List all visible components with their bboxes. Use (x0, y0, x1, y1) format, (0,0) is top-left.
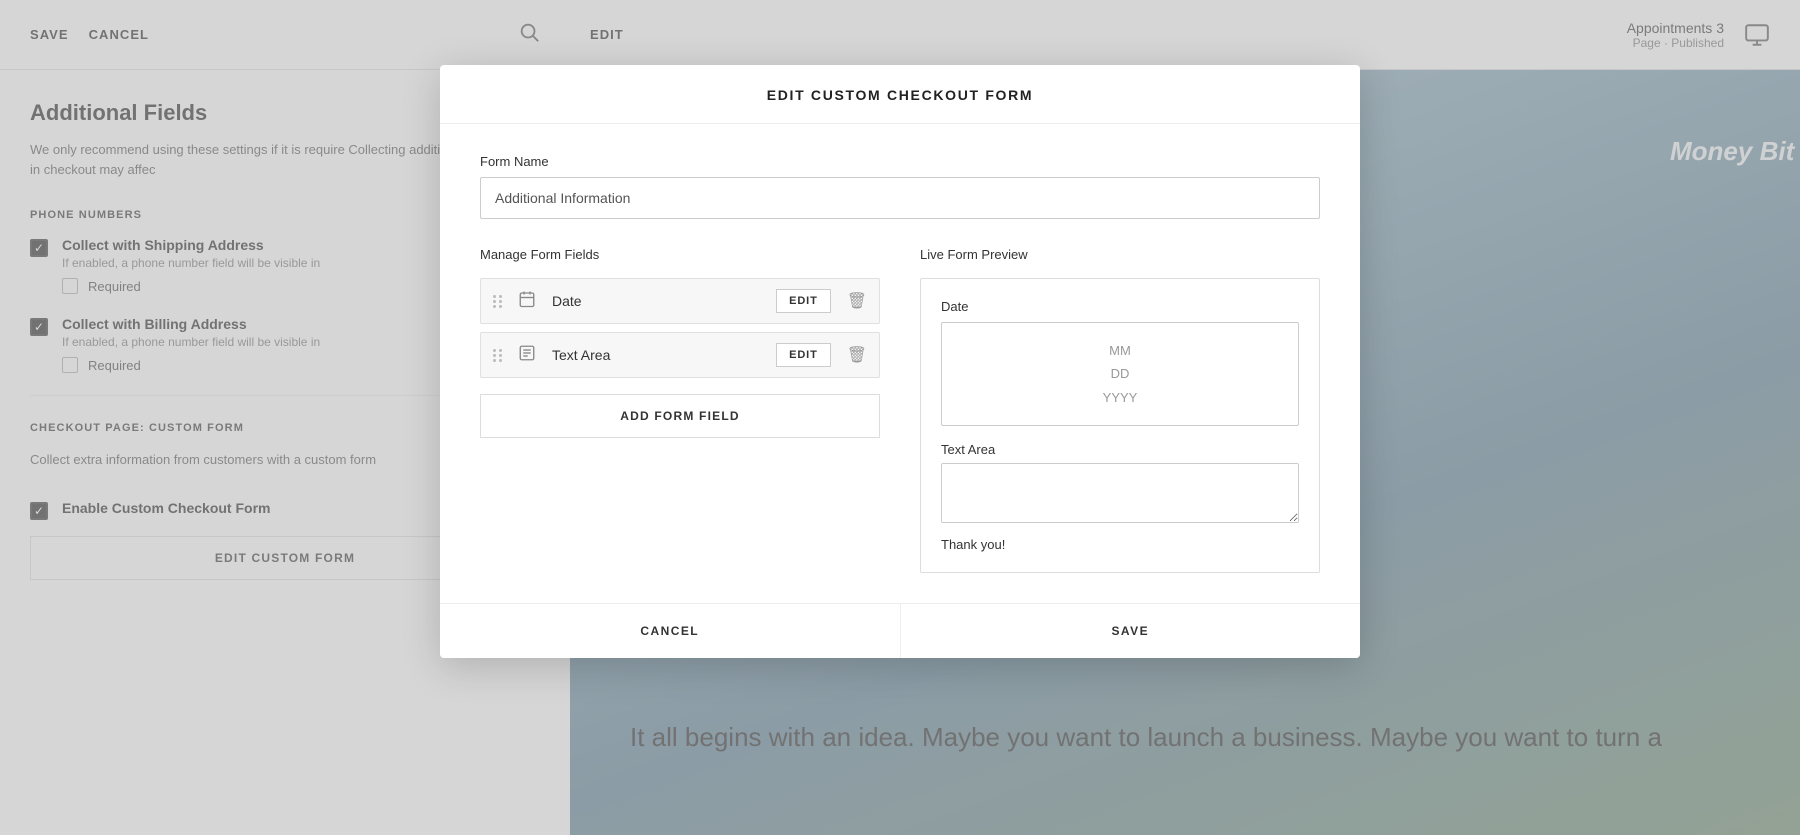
preview-textarea-label: Text Area (941, 442, 1299, 457)
drag-dot-row-2 (493, 300, 502, 303)
textarea-field-row: Text Area EDIT 🗑 (480, 332, 880, 378)
manage-fields-heading: Manage Form Fields (480, 247, 880, 262)
modal: EDIT CUSTOM CHECKOUT FORM Form Name Mana… (440, 65, 1360, 658)
date-field-row: Date EDIT 🗑 (480, 278, 880, 324)
drag-dot-row-3 (493, 359, 502, 362)
textarea-delete-button[interactable]: 🗑 (847, 345, 867, 365)
drag-dot (499, 305, 502, 308)
drag-dot (499, 349, 502, 352)
textarea-drag-handle[interactable] (493, 349, 502, 362)
drag-dot (493, 305, 496, 308)
drag-dot (499, 359, 502, 362)
textarea-edit-button[interactable]: EDIT (776, 343, 831, 367)
thank-you-text: Thank you! (941, 537, 1299, 552)
calendar-icon (518, 290, 536, 313)
drag-dot-row-3 (493, 305, 502, 308)
modal-save-button[interactable]: SAVE (901, 604, 1361, 658)
drag-dot (499, 295, 502, 298)
date-field-name: Date (552, 293, 766, 309)
drag-dot-row-1 (493, 295, 502, 298)
preview-date-label: Date (941, 299, 1299, 314)
drag-dot (499, 300, 502, 303)
modal-footer: CANCEL SAVE (440, 603, 1360, 658)
manage-fields-column: Manage Form Fields (480, 247, 880, 573)
drag-dot-row-1 (493, 349, 502, 352)
modal-cancel-button[interactable]: CANCEL (440, 604, 901, 658)
form-name-input[interactable] (480, 177, 1320, 219)
drag-dot (493, 354, 496, 357)
drag-dot-row-2 (493, 354, 502, 357)
modal-body: Form Name Manage Form Fields (440, 124, 1360, 603)
form-name-label: Form Name (480, 154, 1320, 169)
drag-dot (493, 359, 496, 362)
preview-textarea[interactable] (941, 463, 1299, 523)
live-preview-column: Live Form Preview Date MM DD YYYY Text A… (920, 247, 1320, 573)
date-drag-handle[interactable] (493, 295, 502, 308)
date-dd: DD (1111, 362, 1130, 385)
preview-box: Date MM DD YYYY Text Area Thank you! (920, 278, 1320, 573)
date-yyyy: YYYY (1103, 386, 1138, 409)
date-edit-button[interactable]: EDIT (776, 289, 831, 313)
drag-dot (493, 295, 496, 298)
textarea-icon (518, 344, 536, 367)
date-mm: MM (1109, 339, 1131, 362)
date-preview: MM DD YYYY (941, 322, 1299, 426)
add-form-field-button[interactable]: ADD FORM FIELD (480, 394, 880, 438)
date-delete-button[interactable]: 🗑 (847, 291, 867, 311)
drag-dot (493, 300, 496, 303)
modal-columns: Manage Form Fields (480, 247, 1320, 573)
textarea-field-name: Text Area (552, 347, 766, 363)
modal-header: EDIT CUSTOM CHECKOUT FORM (440, 65, 1360, 124)
drag-dot (499, 354, 502, 357)
live-preview-heading: Live Form Preview (920, 247, 1320, 262)
modal-title: EDIT CUSTOM CHECKOUT FORM (767, 87, 1034, 103)
drag-dot (493, 349, 496, 352)
